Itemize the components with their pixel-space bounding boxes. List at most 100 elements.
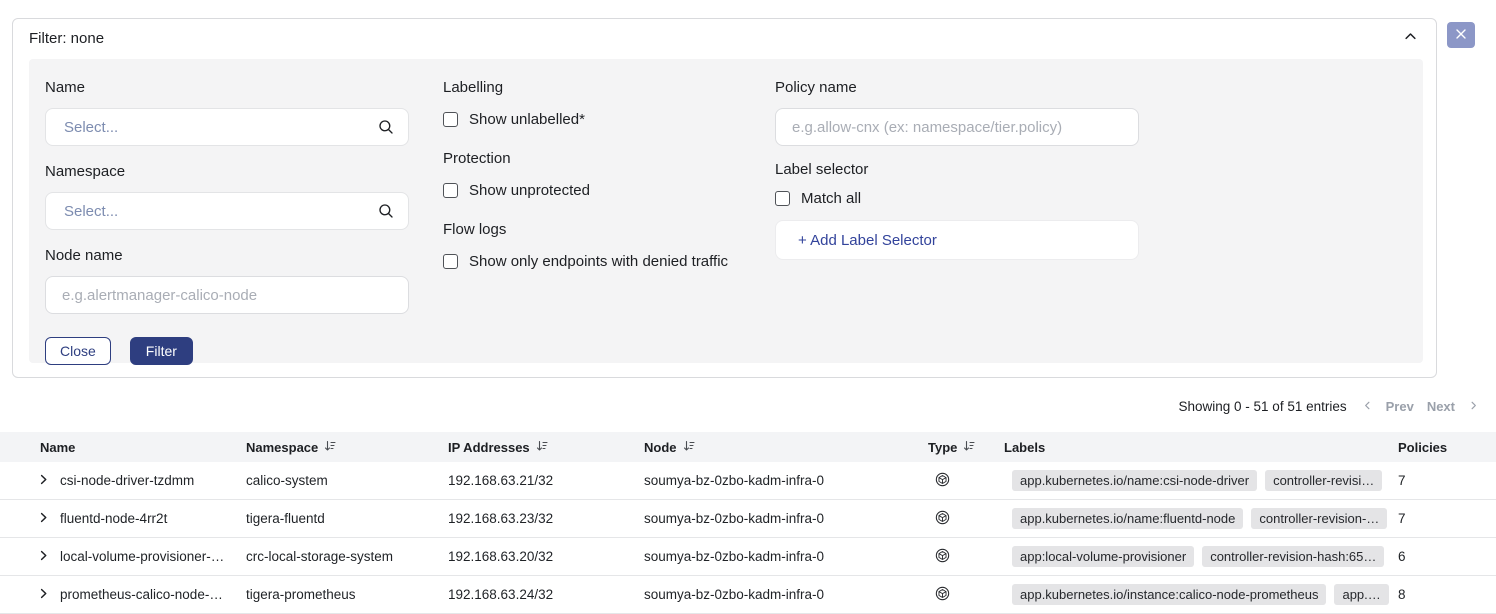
cell-labels: app.kubernetes.io/name:csi-node-driver c… — [1004, 470, 1390, 491]
cell-type — [928, 471, 1004, 491]
column-header-namespace[interactable]: Namespace — [246, 440, 448, 455]
show-unlabelled-row: Show unlabelled* — [443, 111, 741, 128]
pagination-bar: Showing 0 - 51 of 51 entries Prev Next — [1179, 392, 1496, 420]
cell-namespace: tigera-prometheus — [246, 587, 448, 602]
chevron-right-icon — [37, 549, 50, 565]
namespace-select-input[interactable] — [45, 192, 409, 230]
policy-name-input[interactable] — [775, 108, 1139, 146]
label-pill: app.kubernetes.io/name:fluentd-node — [1012, 508, 1243, 529]
prev-page-button[interactable]: Prev — [1386, 399, 1414, 414]
show-unlabelled-checkbox[interactable] — [443, 112, 458, 127]
row-expander-button[interactable] — [0, 473, 60, 489]
label-pill: app.kubernetes.io/instance:calico-node-p… — [1012, 584, 1326, 605]
cell-labels: app.kubernetes.io/instance:calico-node-p… — [1004, 584, 1390, 605]
table-row: local-volume-provisioner-… crc-local-sto… — [0, 538, 1496, 576]
row-expander-button[interactable] — [0, 587, 60, 603]
match-all-row: Match all — [775, 190, 1139, 207]
cell-name: fluentd-node-4rr2t — [60, 511, 246, 526]
close-button[interactable]: Close — [45, 337, 111, 365]
sort-icon[interactable] — [536, 440, 548, 455]
close-icon — [1455, 28, 1467, 42]
namespace-select[interactable] — [45, 192, 409, 230]
cell-name: local-volume-provisioner-… — [60, 549, 246, 564]
workload-endpoint-icon — [934, 585, 951, 605]
cell-policies: 7 — [1390, 511, 1496, 526]
node-name-input[interactable] — [45, 276, 409, 314]
sort-icon[interactable] — [324, 440, 336, 455]
chevron-right-icon — [1468, 399, 1479, 414]
filter-button[interactable]: Filter — [130, 337, 193, 365]
chevron-right-icon — [37, 511, 50, 527]
namespace-field-label: Namespace — [45, 163, 409, 180]
label-pill: app.kubernetes.io/name:csi-node-driver — [1012, 470, 1257, 491]
prev-page-arrow-button[interactable] — [1362, 399, 1373, 414]
cell-ip: 192.168.63.21/32 — [448, 473, 644, 488]
cell-node: soumya-bz-0zbo-kadm-infra-0 — [644, 549, 928, 564]
cell-labels: app:local-volume-provisioner controller-… — [1004, 546, 1390, 567]
collapse-panel-button[interactable] — [1403, 29, 1418, 47]
filter-buttons: Close Filter — [45, 337, 409, 365]
cell-namespace: calico-system — [246, 473, 448, 488]
sort-icon[interactable] — [963, 440, 975, 455]
cell-namespace: crc-local-storage-system — [246, 549, 448, 564]
cell-policies: 8 — [1390, 587, 1496, 602]
name-field-label: Name — [45, 79, 409, 96]
workload-endpoint-icon — [934, 547, 951, 567]
cell-type — [928, 547, 1004, 567]
cell-name: prometheus-calico-node-… — [60, 587, 246, 602]
showing-entries-text: Showing 0 - 51 of 51 entries — [1179, 399, 1347, 414]
row-expander-button[interactable] — [0, 511, 60, 527]
node-name-field-label: Node name — [45, 247, 409, 264]
cell-ip: 192.168.63.24/32 — [448, 587, 644, 602]
column-header-type[interactable]: Type — [928, 440, 1004, 455]
chevron-left-icon — [1362, 399, 1373, 414]
column-header-node[interactable]: Node — [644, 440, 928, 455]
workload-endpoint-icon — [934, 509, 951, 529]
name-select[interactable] — [45, 108, 409, 146]
column-header-policies: Policies — [1390, 440, 1496, 455]
show-unprotected-checkbox[interactable] — [443, 183, 458, 198]
label-pill: controller-revision-hash:65… — [1202, 546, 1384, 567]
column-header-name: Name — [40, 440, 246, 455]
next-page-arrow-button[interactable] — [1468, 399, 1479, 414]
chevron-right-icon — [37, 587, 50, 603]
cell-name: csi-node-driver-tzdmm — [60, 473, 246, 488]
table-row: csi-node-driver-tzdmm calico-system 192.… — [0, 462, 1496, 500]
cell-ip: 192.168.63.20/32 — [448, 549, 644, 564]
cell-node: soumya-bz-0zbo-kadm-infra-0 — [644, 473, 928, 488]
labelling-heading: Labelling — [443, 79, 741, 96]
chevron-right-icon — [37, 473, 50, 489]
label-selector-heading: Label selector — [775, 161, 1139, 178]
next-page-button[interactable]: Next — [1427, 399, 1455, 414]
workload-endpoint-icon — [934, 471, 951, 491]
filter-panel: Filter: none Name Namespace — [12, 18, 1437, 378]
row-expander-button[interactable] — [0, 549, 60, 565]
match-all-checkbox[interactable] — [775, 191, 790, 206]
cell-namespace: tigera-fluentd — [246, 511, 448, 526]
chevron-up-icon — [1403, 29, 1418, 47]
column-header-ip-addresses[interactable]: IP Addresses — [448, 440, 644, 455]
name-select-input[interactable] — [45, 108, 409, 146]
filter-column-1: Name Namespace Node name Close Filt — [45, 79, 409, 343]
protection-heading: Protection — [443, 150, 741, 167]
policy-name-field-label: Policy name — [775, 79, 1139, 96]
node-name-box — [45, 276, 409, 314]
panel-close-button[interactable] — [1447, 22, 1475, 48]
policy-name-box — [775, 108, 1139, 146]
add-label-selector-button[interactable]: + Add Label Selector — [775, 220, 1139, 260]
sort-icon[interactable] — [683, 440, 695, 455]
column-header-labels: Labels — [1004, 440, 1390, 455]
flow-logs-heading: Flow logs — [443, 221, 741, 238]
show-unlabelled-label: Show unlabelled* — [469, 111, 585, 128]
cell-type — [928, 585, 1004, 605]
cell-node: soumya-bz-0zbo-kadm-infra-0 — [644, 587, 928, 602]
cell-ip: 192.168.63.23/32 — [448, 511, 644, 526]
label-pill: app:local-volume-provisioner — [1012, 546, 1194, 567]
table-header-row: Name Namespace IP Addresses Node Type La… — [0, 432, 1496, 462]
cell-policies: 7 — [1390, 473, 1496, 488]
search-icon — [377, 118, 395, 141]
filter-panel-header: Filter: none — [13, 19, 1436, 57]
denied-traffic-checkbox[interactable] — [443, 254, 458, 269]
pager: Prev Next — [1362, 399, 1479, 414]
endpoints-table: Name Namespace IP Addresses Node Type La… — [0, 432, 1496, 614]
